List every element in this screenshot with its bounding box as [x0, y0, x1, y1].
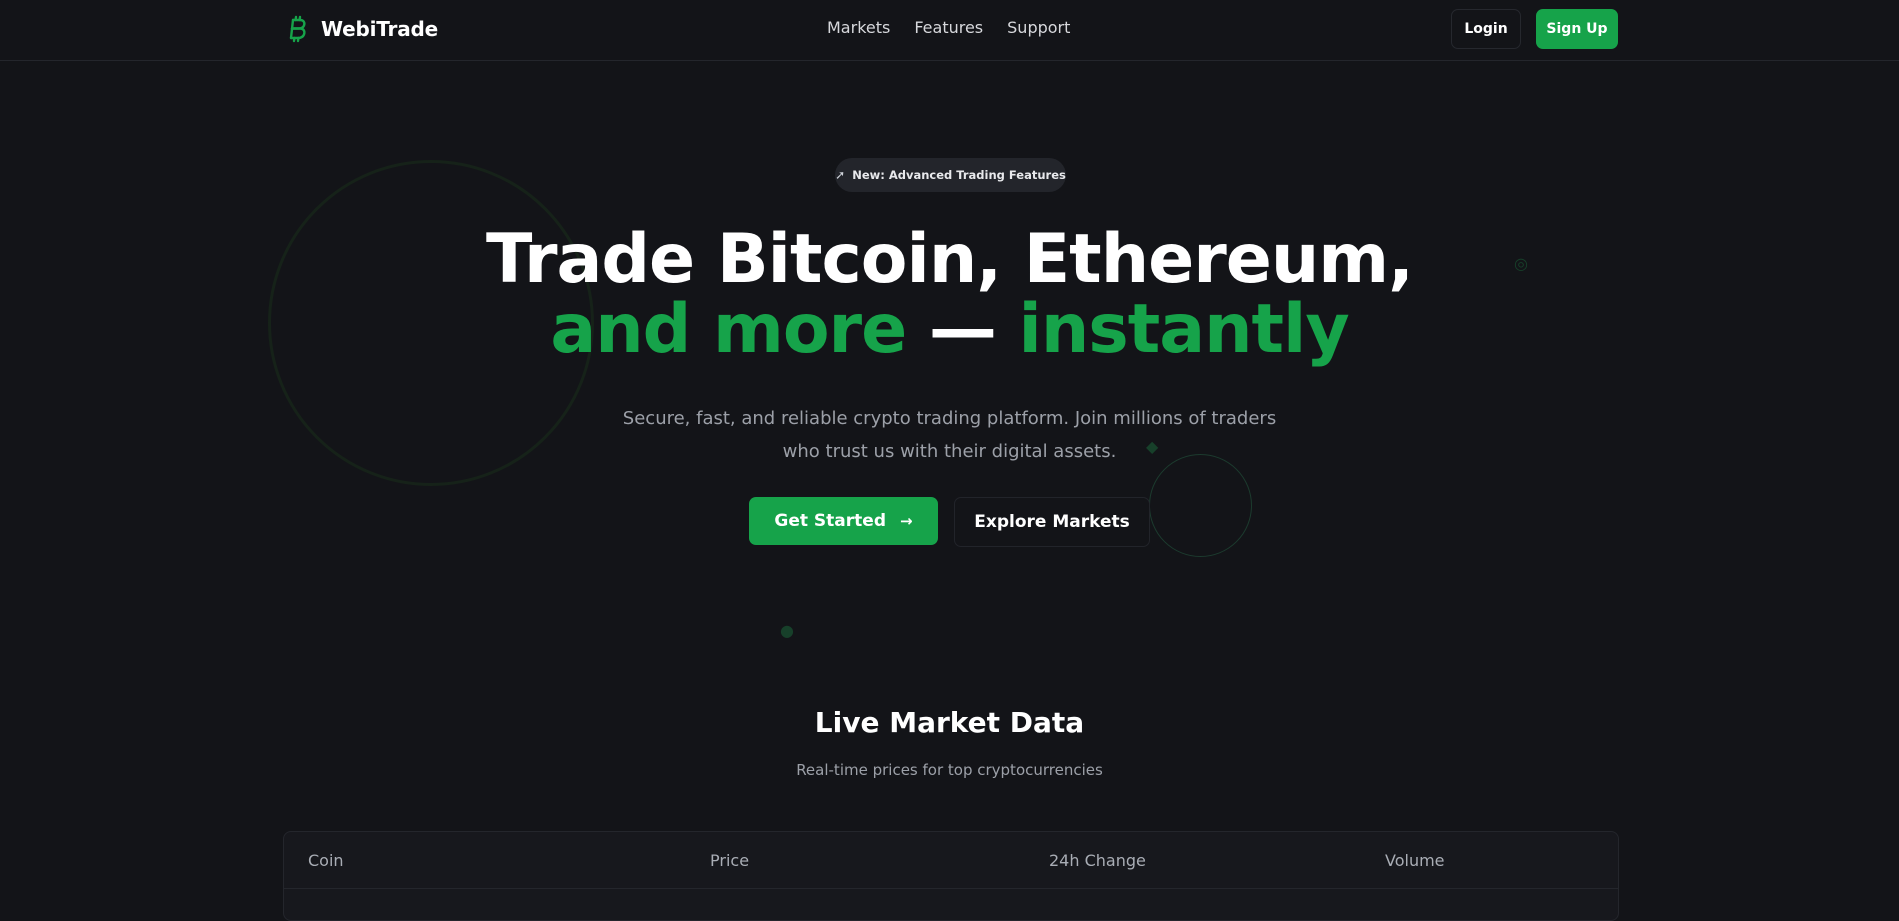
- main-nav: Markets Features Support: [827, 18, 1070, 37]
- nav-link-markets[interactable]: Markets: [827, 18, 890, 37]
- brand-logo[interactable]: WebiTrade: [287, 13, 438, 45]
- badge-label: New: Advanced Trading Features: [852, 168, 1066, 182]
- rocket-icon: ➚: [835, 168, 846, 182]
- hero-subtitle-line-2: who trust us with their digital assets.: [782, 441, 1117, 462]
- section-subtitle: Real-time prices for top cryptocurrencie…: [796, 761, 1103, 779]
- brand-name: WebiTrade: [321, 17, 438, 41]
- column-header-price[interactable]: Price: [710, 851, 749, 870]
- market-table: Coin Price 24h Change Volume: [283, 831, 1619, 921]
- column-header-volume[interactable]: Volume: [1385, 851, 1445, 870]
- nav-link-support[interactable]: Support: [1007, 18, 1070, 37]
- hero-title: Trade Bitcoin, Ethereum, and more — inst…: [0, 225, 1899, 365]
- hero-title-line-1: Trade Bitcoin, Ethereum,: [486, 220, 1414, 299]
- signup-button[interactable]: Sign Up: [1536, 9, 1618, 49]
- arrow-right-icon: →: [900, 512, 913, 530]
- column-header-24h-change[interactable]: 24h Change: [1049, 851, 1146, 870]
- announcement-badge[interactable]: ➚ New: Advanced Trading Features: [835, 158, 1066, 192]
- get-started-label: Get Started: [774, 511, 886, 531]
- nav-link-features[interactable]: Features: [914, 18, 983, 37]
- explore-markets-button[interactable]: Explore Markets: [954, 497, 1150, 547]
- hero-subtitle-line-1: Secure, fast, and reliable crypto tradin…: [622, 408, 1277, 429]
- decorative-ring-small: [1149, 454, 1252, 557]
- column-header-coin[interactable]: Coin: [308, 851, 344, 870]
- hero-title-line-2: and more — instantly: [0, 295, 1899, 365]
- table-header-row: Coin Price 24h Change Volume: [284, 832, 1618, 889]
- hero-subtitle: Secure, fast, and reliable crypto tradin…: [0, 402, 1899, 468]
- bitcoin-icon: [289, 15, 306, 43]
- decorative-coin-icon: ●: [780, 621, 794, 640]
- get-started-button[interactable]: Get Started →: [749, 497, 938, 545]
- hero-highlight: and more: [550, 290, 907, 369]
- top-navbar: WebiTrade Markets Features Support Login…: [0, 0, 1899, 61]
- hero-highlight: instantly: [1018, 290, 1350, 369]
- section-title: Live Market Data: [814, 706, 1085, 739]
- login-button[interactable]: Login: [1451, 9, 1521, 49]
- hero-dash: —: [906, 290, 1019, 369]
